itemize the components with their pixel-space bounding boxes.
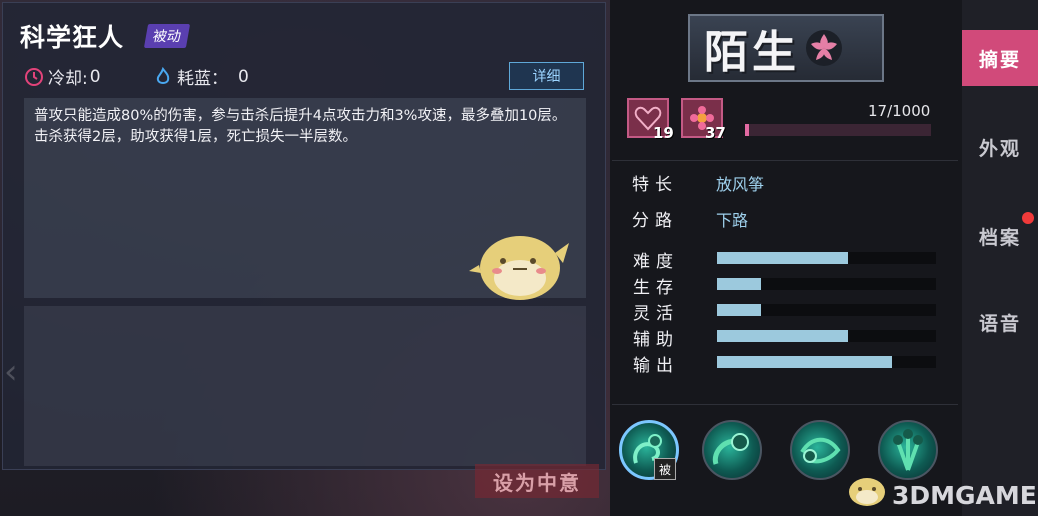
snake-icon [712,433,749,465]
cooldown-stat: 冷却: 0 [24,64,101,89]
mana-cost-value: 0 [238,66,249,87]
flower-badge[interactable]: 37 [681,98,726,142]
lane-value: 下路 [716,211,749,230]
snake-icon [800,437,841,464]
set-favorite-button[interactable]: 设为中意 [475,464,599,498]
chevron-left-icon[interactable]: ‹ [4,352,18,392]
attribute-label: 辅助 [633,330,679,350]
skill-type-badge: 被动 [143,24,191,48]
passive-tag: 被 [654,458,676,480]
mana-cost-label: 耗蓝： [177,69,228,89]
attribute-bar [717,330,936,342]
tab-appearance[interactable]: 外观 [962,119,1038,175]
attribute-bar [717,356,936,368]
attribute-bar-fill [717,252,849,264]
attribute-bar-fill [717,330,849,342]
mascot-icon [469,236,569,300]
skill-2-icon[interactable] [790,420,850,480]
heart-badge-count: 19 [653,124,674,142]
heart-badge[interactable]: 19 [627,98,674,142]
specialty-label: 特长 [632,175,678,195]
attribute-bar-fill [717,278,761,290]
skill-description-text: 普攻只能造成80%的伤害，参与击杀后提升4点攻击力和3%攻速，最多叠加10层。击… [34,108,567,145]
flower-badge-count: 37 [705,124,726,142]
divider [612,404,958,405]
attribute-bar [717,278,936,290]
cooldown-label: 冷却: [48,69,88,89]
hero-name-text: 陌生 [704,27,800,78]
mana-flame-icon [153,66,173,87]
detail-button[interactable]: 详细 [509,62,584,90]
skill-1-icon[interactable] [702,420,762,480]
attribute-label: 生存 [633,278,679,298]
tab-summary[interactable]: 摘要 [962,30,1038,86]
lane-label: 分路 [632,211,678,231]
cooldown-icon [24,67,44,87]
proficiency-progress-bar [745,124,931,136]
hero-name-logo: 陌生 [688,14,884,82]
watermark: 3DMGAME [892,481,1037,510]
attribute-bar [717,252,936,264]
notification-dot [1022,212,1034,224]
cooldown-value: 0 [89,66,101,87]
proficiency-progress-text: 17/1000 [868,102,931,120]
tab-voice[interactable]: 语音 [962,294,1038,350]
attribute-label: 灵活 [633,304,679,324]
attribute-bar-fill [717,356,893,368]
attribute-label: 输出 [633,356,679,376]
skill-secondary-box [24,306,586,466]
sakura-icon [806,30,842,66]
watermark-mascot-icon [849,478,885,506]
divider [612,160,958,161]
attribute-bar-fill [717,304,761,316]
proficiency-progress-fill [745,124,749,136]
attribute-bar [717,304,936,316]
skill-name: 科学狂人 [20,23,125,52]
attribute-label: 难度 [633,252,679,272]
specialty-value: 放风筝 [716,175,765,194]
mana-cost-stat: 耗蓝： 0 [153,64,249,89]
